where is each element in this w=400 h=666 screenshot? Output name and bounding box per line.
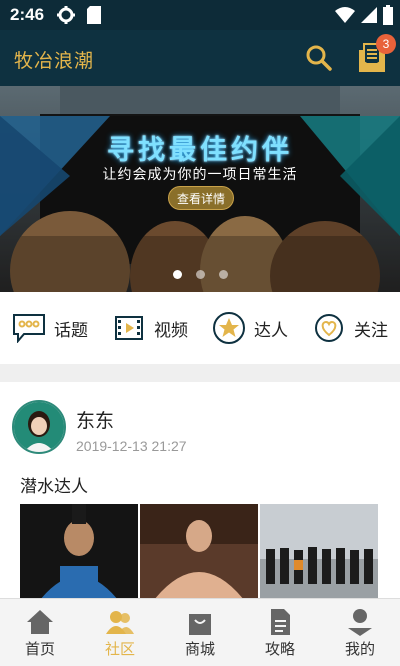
banner-pagination: [0, 270, 400, 279]
category-experts[interactable]: 达人: [212, 310, 288, 346]
category-row: 话题 视频 达人 关注: [0, 292, 400, 364]
status-bar: 2:46: [0, 0, 400, 30]
heart-icon: [312, 311, 346, 345]
nav-community[interactable]: 社区: [80, 599, 160, 666]
battery-icon: [382, 5, 394, 30]
post-timestamp: 2019-12-13 21:27: [76, 438, 187, 454]
banner-subtitle: 让约会成为你的一项日常生活: [102, 166, 298, 182]
nav-label: 我的: [344, 641, 375, 658]
category-label: 话题: [54, 320, 88, 340]
nav-label: 社区: [104, 641, 135, 658]
status-time: 2:46: [10, 5, 45, 24]
profile-icon: [346, 608, 374, 636]
chat-bubble-icon: [12, 311, 46, 345]
nav-label: 攻略: [264, 641, 295, 658]
section-divider: [0, 364, 400, 382]
community-post[interactable]: 东东 2019-12-13 21:27 潜水达人: [0, 382, 400, 598]
app-header: 牧冶浪潮 3: [0, 30, 400, 86]
category-following[interactable]: 关注: [312, 310, 388, 346]
category-topics[interactable]: 话题: [12, 310, 88, 346]
status-indicators: [334, 5, 394, 30]
nav-guides[interactable]: 攻略: [240, 599, 320, 666]
post-image[interactable]: [140, 504, 258, 598]
signal-icon: [360, 6, 378, 29]
search-icon[interactable]: [305, 44, 333, 72]
shopping-bag-icon: [186, 608, 214, 636]
banner-dot[interactable]: [195, 270, 205, 279]
nav-label: 首页: [24, 641, 55, 658]
message-count-badge: 3: [376, 34, 396, 54]
banner-headline: 寻找最佳约伴: [107, 135, 293, 165]
star-badge-icon: [212, 311, 246, 345]
sd-card-icon: [86, 5, 102, 30]
category-label: 达人: [254, 320, 288, 340]
settings-icon: [56, 5, 76, 30]
film-icon: [112, 311, 146, 345]
banner-details-button[interactable]: 查看详情: [168, 186, 234, 210]
post-author[interactable]: 东东: [76, 406, 114, 433]
banner-dot[interactable]: [218, 270, 228, 279]
nav-label: 商城: [184, 641, 215, 658]
wifi-icon: [334, 6, 356, 29]
avatar[interactable]: [12, 400, 66, 454]
category-label: 关注: [354, 320, 388, 340]
document-icon: [266, 608, 294, 636]
nav-profile[interactable]: 我的: [320, 599, 400, 666]
post-image[interactable]: [260, 504, 378, 598]
post-image[interactable]: [20, 504, 138, 598]
community-icon: [106, 608, 134, 636]
nav-store[interactable]: 商城: [160, 599, 240, 666]
banner-dot[interactable]: [172, 270, 182, 279]
home-icon: [26, 608, 54, 636]
post-text: 潜水达人: [20, 477, 88, 496]
category-label: 视频: [154, 320, 188, 340]
category-videos[interactable]: 视频: [112, 310, 188, 346]
promo-banner[interactable]: 寻找最佳约伴 让约会成为你的一项日常生活 查看详情: [0, 86, 400, 292]
nav-home[interactable]: 首页: [0, 599, 80, 666]
app-title: 牧冶浪潮: [14, 51, 95, 72]
bottom-navigation: 首页 社区 商城 攻略 我的: [0, 598, 400, 666]
